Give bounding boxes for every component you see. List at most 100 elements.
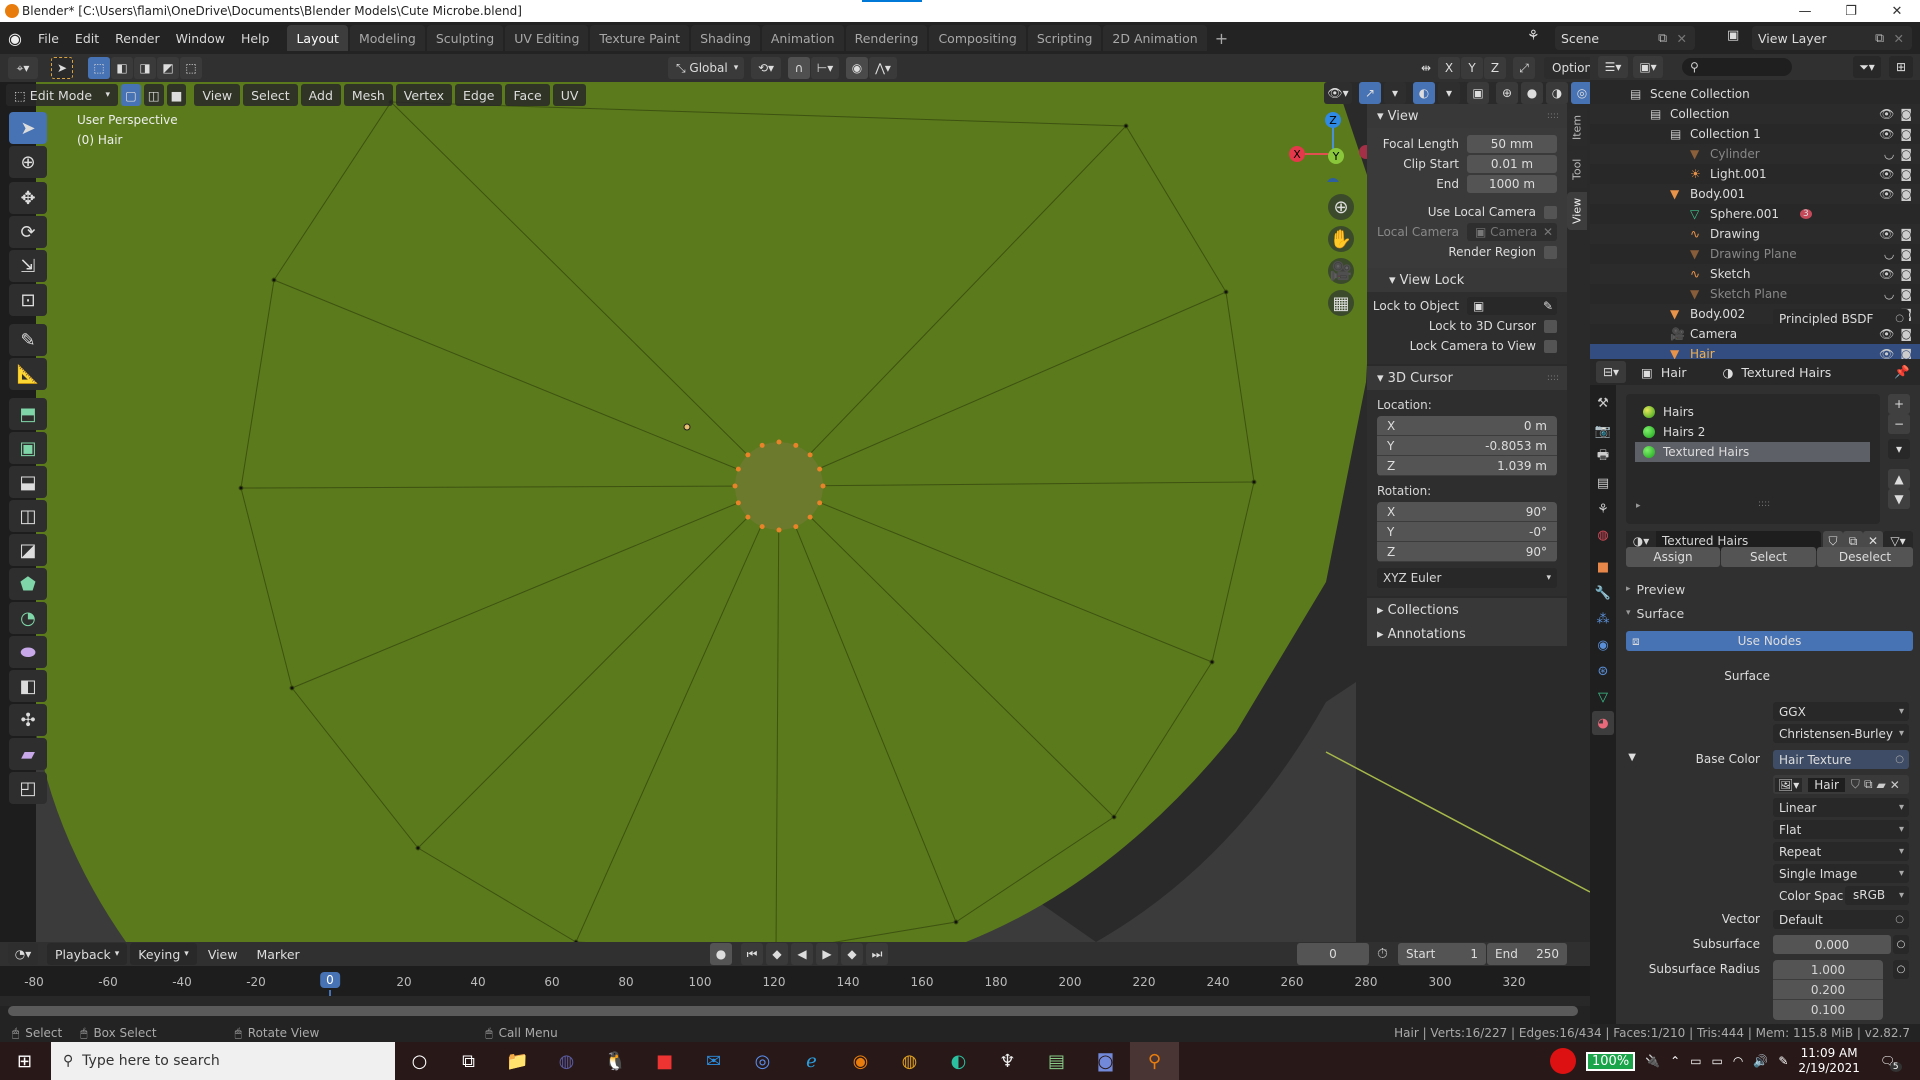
scene-tab-icon[interactable]: ⚘ — [1592, 497, 1614, 521]
chrome-icon[interactable]: ◍ — [885, 1042, 934, 1080]
play-icon[interactable]: ▶ — [816, 943, 838, 965]
tool-tab-icon[interactable]: ⚒ — [1592, 391, 1614, 415]
loop-cut-tool-icon[interactable]: ◫ — [9, 500, 47, 532]
render-toggle-icon[interactable]: ◙ — [1900, 287, 1912, 301]
visibility-toggle-icon[interactable]: 👁 — [1879, 267, 1894, 281]
close-button[interactable]: ✕ — [1874, 0, 1920, 22]
wifi-icon[interactable]: ◠ — [1733, 1054, 1743, 1068]
cortana-icon[interactable]: ○ — [395, 1042, 444, 1080]
move-tool-icon[interactable]: ✥ — [9, 182, 47, 214]
image-name-field[interactable]: Hair — [1808, 777, 1845, 792]
proportional-edit-icon[interactable]: ◉ — [846, 57, 868, 79]
blender-taskbar-icon[interactable]: ◉ — [836, 1042, 885, 1080]
edge-icon[interactable]: ◐ — [934, 1042, 983, 1080]
inset-tool-icon[interactable]: ▣ — [9, 432, 47, 464]
tab-2d-animation[interactable]: 2D Animation — [1103, 25, 1207, 51]
outliner-row[interactable]: ▼ Cylinder ◡ ◙ — [1590, 144, 1920, 164]
surface-panel-header[interactable]: ▾ Surface — [1626, 603, 1916, 623]
scene-icon[interactable]: ⚘ — [1527, 28, 1540, 44]
collections-panel-header[interactable]: ▸ Collections — [1367, 598, 1567, 622]
world-tab-icon[interactable]: ◍ — [1592, 523, 1614, 547]
battery-icon[interactable]: ▭ — [1712, 1054, 1723, 1068]
current-frame-field[interactable]: 0 — [1297, 943, 1369, 965]
visibility-toggle-icon[interactable]: 👁 — [1879, 127, 1894, 141]
menu-face[interactable]: Face — [505, 84, 550, 106]
playhead-frame-indicator[interactable]: 0 — [320, 972, 340, 988]
eclipse-icon[interactable]: ◍ — [542, 1042, 591, 1080]
internet-explorer-icon[interactable]: ℯ — [787, 1042, 836, 1080]
view-panel-header[interactable]: ▾ View:::: — [1367, 104, 1567, 128]
menu-mesh[interactable]: Mesh — [343, 84, 393, 106]
visibility-icon[interactable]: 👁▾ — [1324, 82, 1352, 104]
ortho-toggle-icon[interactable]: ▦ — [1328, 290, 1354, 316]
pan-view-icon[interactable]: ✋ — [1328, 226, 1354, 252]
overlay-dropdown-icon[interactable]: ▾ — [1438, 82, 1460, 104]
deselect-button[interactable]: Deselect — [1817, 547, 1913, 567]
measure-tool-icon[interactable]: 📐 — [9, 358, 47, 390]
lock-to-object-field[interactable]: ▣ ✎ — [1467, 297, 1557, 315]
data-tab-icon[interactable]: ▽ — [1592, 685, 1614, 709]
overlay-toggle-icon[interactable]: ◐ — [1413, 82, 1435, 104]
select-tool-icon[interactable]: ➤ — [51, 57, 73, 79]
visibility-toggle-icon[interactable]: 👁 — [1879, 107, 1894, 121]
editor-type-icon[interactable]: ⌖▾ — [8, 57, 38, 79]
eyedropper-icon[interactable]: ✎ — [1543, 297, 1553, 315]
smooth-tool-icon[interactable]: ⬬ — [9, 636, 47, 668]
context-object[interactable]: Hair — [1661, 365, 1687, 380]
face-select-mode-icon[interactable]: ■ — [166, 84, 187, 106]
view-lock-header[interactable]: ▾ View Lock — [1367, 268, 1567, 292]
material-slot-hairs[interactable]: Hairs — [1635, 402, 1870, 422]
rotate-tool-icon[interactable]: ⟳ — [9, 216, 47, 248]
menu-vertex[interactable]: Vertex — [395, 84, 452, 106]
use-local-camera-checkbox[interactable] — [1544, 205, 1557, 219]
jump-keyframe-forward-icon[interactable]: ◆ — [841, 943, 863, 965]
material-tab-icon[interactable]: ◕ — [1592, 711, 1614, 735]
menu-uv[interactable]: UV — [552, 84, 587, 106]
new-view-layer-icon[interactable]: ⧉ — [1875, 30, 1884, 46]
select-mode-difference-icon[interactable]: ◩ — [157, 57, 179, 79]
select-button[interactable]: Select — [1721, 547, 1816, 567]
color-space-dropdown[interactable]: sRGB ▾ — [1845, 886, 1909, 905]
distribution-dropdown[interactable]: GGX ▾ — [1773, 702, 1909, 721]
object-tab-icon[interactable]: ■ — [1592, 555, 1614, 579]
image-browse-icon[interactable]: 🖼▾ — [1775, 777, 1803, 792]
constraints-tab-icon[interactable]: ⊛ — [1592, 659, 1614, 683]
output-tab-icon[interactable]: 🖶 — [1592, 445, 1614, 469]
edge-select-mode-icon[interactable]: ◫ — [143, 84, 164, 106]
outliner-display-mode-icon[interactable]: ☰▾ — [1598, 56, 1628, 78]
render-toggle-icon[interactable]: ◙ — [1900, 267, 1912, 281]
knife-tool-icon[interactable]: ◪ — [9, 534, 47, 566]
visibility-toggle-icon[interactable]: 👁 — [1879, 227, 1894, 241]
auto-keying-icon[interactable]: ● — [710, 943, 732, 965]
mirror-icon[interactable]: ⇹ — [1415, 57, 1437, 79]
spin-tool-icon[interactable]: ◔ — [9, 602, 47, 634]
outliner-row[interactable]: ☀ Light.001 👁 ◙ — [1590, 164, 1920, 184]
assign-button[interactable]: Assign — [1626, 547, 1720, 567]
outliner-row[interactable]: ▼ Sketch Plane ◡ ◙ — [1590, 284, 1920, 304]
chromium-icon[interactable]: ◎ — [738, 1042, 787, 1080]
material-slot-hairs-2[interactable]: Hairs 2 — [1635, 422, 1870, 442]
scene-selector[interactable]: Scene ⧉ ✕ — [1555, 26, 1695, 50]
battery-percentage[interactable]: 100% — [1586, 1051, 1636, 1071]
menu-window[interactable]: Window — [168, 31, 233, 46]
outliner-row[interactable]: ▼ Drawing Plane ◡ ◙ — [1590, 244, 1920, 264]
clip-end-field[interactable]: 1000 m — [1467, 175, 1557, 193]
tab-rendering[interactable]: Rendering — [845, 25, 928, 51]
cursor-location-x[interactable]: X0 m — [1377, 416, 1557, 436]
scale-tool-icon[interactable]: ⇲ — [9, 250, 47, 282]
lenovo-vantage-icon[interactable] — [1550, 1048, 1576, 1074]
hollow-knight-icon[interactable]: ♆ — [983, 1042, 1032, 1080]
tab-layout[interactable]: Layout — [287, 25, 348, 51]
cursor-location-z[interactable]: Z 1.039 m — [1377, 456, 1557, 476]
select-box-tool-icon[interactable]: ➤ — [9, 112, 47, 144]
end-frame-field[interactable]: End 250 — [1487, 943, 1567, 965]
outliner-search-input[interactable]: ⚲ — [1682, 58, 1792, 76]
new-scene-icon[interactable]: ⧉ — [1658, 30, 1667, 46]
visibility-toggle-icon[interactable]: 👁 — [1879, 187, 1894, 201]
outliner-row[interactable]: ▤ Scene Collection — [1590, 84, 1920, 104]
mirror-y-toggle[interactable]: Y — [1461, 57, 1483, 79]
outliner-filter-icon[interactable]: ⏷▾ — [1853, 56, 1881, 78]
view-layer-tab-icon[interactable]: ▤ — [1592, 471, 1614, 495]
image-fake-user-icon[interactable]: ⛉ — [1851, 777, 1860, 792]
shading-rendered-icon[interactable]: ◎ — [1571, 82, 1590, 104]
